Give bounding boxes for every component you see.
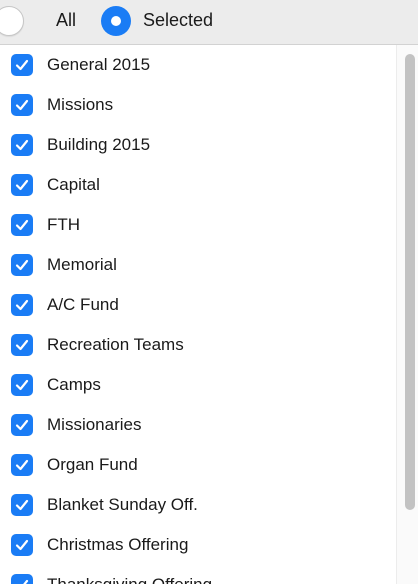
fund-label: Building 2015 bbox=[47, 135, 151, 154]
checkbox-checked-icon[interactable] bbox=[11, 334, 33, 356]
checkbox-checked-icon[interactable] bbox=[11, 294, 33, 316]
fund-row[interactable]: General 2015 bbox=[0, 45, 396, 85]
fund-row[interactable]: Thanksgiving Offering bbox=[0, 565, 396, 584]
fund-label: Capital bbox=[47, 175, 100, 194]
fund-row[interactable]: A/C Fund bbox=[0, 285, 396, 325]
fund-row[interactable]: Memorial bbox=[0, 245, 396, 285]
fund-label: Organ Fund bbox=[47, 455, 138, 474]
radio-selected-dot bbox=[111, 16, 121, 26]
fund-selection-panel: All Selected General 2015 Missions Build… bbox=[0, 0, 418, 584]
fund-row[interactable]: Christmas Offering bbox=[0, 525, 396, 565]
checkbox-checked-icon[interactable] bbox=[11, 494, 33, 516]
checkbox-checked-icon[interactable] bbox=[11, 574, 33, 584]
checkbox-checked-icon[interactable] bbox=[11, 414, 33, 436]
fund-label: Christmas Offering bbox=[47, 535, 189, 554]
radio-all-label[interactable]: All bbox=[56, 10, 76, 30]
checkbox-checked-icon[interactable] bbox=[11, 534, 33, 556]
fund-row[interactable]: Missionaries bbox=[0, 405, 396, 445]
checkbox-checked-icon[interactable] bbox=[11, 54, 33, 76]
fund-label: General 2015 bbox=[47, 55, 151, 74]
filter-header: All Selected bbox=[0, 0, 418, 45]
radio-selected[interactable] bbox=[101, 6, 131, 36]
fund-row[interactable]: Building 2015 bbox=[0, 125, 396, 165]
fund-label: Missions bbox=[47, 95, 114, 114]
radio-all[interactable] bbox=[0, 6, 24, 36]
checkbox-checked-icon[interactable] bbox=[11, 454, 33, 476]
radio-selected-label[interactable]: Selected bbox=[143, 10, 213, 30]
checkbox-checked-icon[interactable] bbox=[11, 374, 33, 396]
checkbox-checked-icon[interactable] bbox=[11, 174, 33, 196]
checkbox-checked-icon[interactable] bbox=[11, 94, 33, 116]
fund-label: FTH bbox=[47, 215, 81, 234]
fund-row[interactable]: Capital bbox=[0, 165, 396, 205]
fund-row[interactable]: Blanket Sunday Off. bbox=[0, 485, 396, 525]
fund-label: Camps bbox=[47, 375, 101, 394]
fund-row[interactable]: Camps bbox=[0, 365, 396, 405]
fund-row[interactable]: Missions bbox=[0, 85, 396, 125]
fund-row[interactable]: Recreation Teams bbox=[0, 325, 396, 365]
fund-label: Missionaries bbox=[47, 415, 142, 434]
fund-label: A/C Fund bbox=[47, 295, 119, 314]
fund-row[interactable]: Organ Fund bbox=[0, 445, 396, 485]
checkbox-checked-icon[interactable] bbox=[11, 134, 33, 156]
fund-list: General 2015 Missions Building 2015 Capi… bbox=[0, 45, 396, 584]
fund-label: Blanket Sunday Off. bbox=[47, 495, 198, 514]
fund-row[interactable]: FTH bbox=[0, 205, 396, 245]
checkbox-checked-icon[interactable] bbox=[11, 254, 33, 276]
scrollbar-thumb[interactable] bbox=[405, 54, 415, 510]
checkbox-checked-icon[interactable] bbox=[11, 214, 33, 236]
fund-label: Memorial bbox=[47, 255, 117, 274]
fund-label: Thanksgiving Offering bbox=[47, 575, 212, 584]
fund-label: Recreation Teams bbox=[47, 335, 184, 354]
